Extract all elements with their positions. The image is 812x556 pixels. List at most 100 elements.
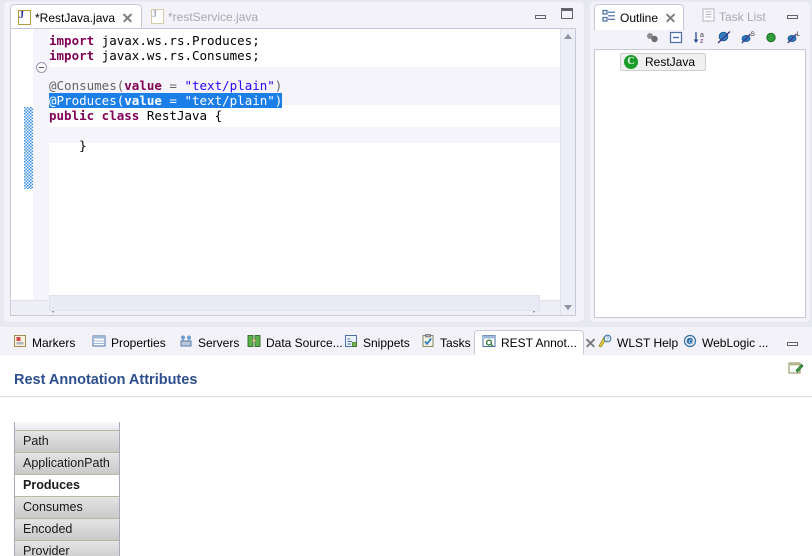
tab-label: Data Source... [266,335,343,350]
tab-label: WebLogic ... [702,335,769,350]
tab-label: WLST Help [617,335,679,350]
code-token: public class [49,108,147,123]
tab-tasks[interactable]: Tasks [414,330,478,355]
code-token: value [124,78,162,93]
svg-text:S: S [751,31,756,38]
tab-wlst-help[interactable]: ? WLST Help [590,330,685,355]
list-item-produces[interactable]: Produces [15,475,119,497]
code-editor[interactable]: import javax.ws.rs.Produces; import javax… [10,28,576,316]
list-item-provider[interactable]: Provider [15,541,119,556]
list-item-consumes[interactable]: Consumes [15,497,119,519]
close-icon[interactable] [665,12,676,23]
code-token: javax.ws.rs.Consumes; [101,48,260,63]
tab-snippets[interactable]: Snippets [337,330,417,355]
editor-horizontal-scrollbar[interactable] [11,295,560,315]
hide-nonpublic-icon[interactable] [765,31,778,47]
fold-collapse-icon[interactable] [36,62,47,73]
code-line[interactable]: public class RestJava { [49,108,559,123]
scroll-up-arrow[interactable] [564,34,572,39]
svg-text:O: O [689,339,694,345]
bottom-view-part: Markers Properties Servers Data Source..… [0,327,812,556]
tab-label: Servers [198,335,240,350]
page-title: Rest Annotation Attributes [14,372,198,388]
tab-weblogic[interactable]: O WebLogic ... [676,330,775,355]
code-line[interactable]: } [49,138,559,153]
outline-tree[interactable]: C RestJava [594,49,806,318]
close-icon[interactable] [122,12,133,23]
tab-outline[interactable]: Outline [594,4,685,30]
rest-annotation-form: Rest Annotation Attributes Path Applicat… [0,355,812,556]
bottom-tab-bar: Markers Properties Servers Data Source..… [0,329,812,356]
collapse-all-icon[interactable] [669,30,684,48]
snippets-icon [344,334,358,351]
code-token: "text/plain" [184,78,275,93]
code-token: = [161,78,185,93]
code-token: RestJava { [146,108,223,123]
hide-local-types-icon[interactable]: L [787,30,802,48]
outline-tab-bar: Outline Task List [590,2,810,30]
java-file-icon: J [18,10,31,25]
tasklist-icon [702,8,715,25]
list-item-encoded[interactable]: Encoded [15,519,119,541]
editor-tab-label: *RestJava.java [35,10,116,25]
code-token: ) [274,78,283,93]
weblogic-icon: O [683,334,697,351]
hide-fields-icon[interactable] [717,30,732,48]
code-text[interactable]: import javax.ws.rs.Produces; import javax… [49,33,559,153]
list-item-applicationpath[interactable]: ApplicationPath [15,453,119,475]
editor-tab-restservice[interactable]: J *restService.java [144,4,266,29]
tab-properties[interactable]: Properties [85,330,173,355]
code-line[interactable] [49,63,559,78]
minimize-button[interactable] [786,336,799,348]
servers-icon [179,334,193,351]
minimize-button[interactable] [786,9,799,21]
outline-part: Outline Task List a z S L C RestJava [590,2,810,322]
editor-tab-bar: J *RestJava.java J *restService.java [4,2,584,30]
tab-label: Tasks [440,335,471,350]
code-token: javax.ws.rs.Produces; [101,33,260,48]
editor-part: J *RestJava.java J *restService.java imp… [4,2,584,322]
editor-tab-restjava[interactable]: J *RestJava.java [10,4,143,30]
outline-tree-item-restjava[interactable]: C RestJava [620,53,707,71]
tab-label: REST Annot... [501,335,577,350]
horizontal-scroll-track[interactable] [49,295,540,311]
tasks-icon [421,334,435,351]
java-class-icon: C [624,55,638,69]
list-item-path[interactable]: Path [15,431,119,453]
code-token: "text/plain" [184,93,275,108]
scroll-down-arrow[interactable] [564,305,572,310]
tab-label: Markers [32,335,76,350]
outline-icon [602,9,616,26]
editor-vertical-scrollbar[interactable] [560,29,575,315]
tab-label: Properties [111,335,166,350]
tab-task-list[interactable]: Task List [695,4,773,29]
annotation-attribute-list[interactable]: Path ApplicationPath Produces Consumes E… [14,422,120,556]
maximize-button[interactable] [560,8,573,20]
focus-on-selection-icon[interactable] [645,30,660,48]
properties-icon [92,334,106,351]
code-line[interactable]: @Consumes(value = "text/plain") [49,78,559,93]
editor-tab-label: *restService.java [168,9,259,24]
tab-data-source[interactable]: Data Source... [240,330,350,355]
code-token: ) [274,93,283,108]
code-line[interactable]: import javax.ws.rs.Consumes; [49,48,559,63]
code-line[interactable]: @Produces(value = "text/plain") [49,93,283,108]
tab-label: Task List [719,9,766,24]
tab-rest-annotation[interactable]: REST Annot... [474,330,584,355]
list-top-spacer [15,422,119,431]
divider [0,396,812,397]
hide-static-icon[interactable]: S [741,30,756,48]
change-bar-indicator [24,107,33,189]
tab-label: Outline [620,10,659,25]
sort-alphabetically-icon[interactable]: a z [693,30,708,48]
code-token: value [124,93,162,108]
tab-markers[interactable]: Markers [6,330,82,355]
code-line[interactable] [49,123,559,138]
code-line[interactable]: import javax.ws.rs.Produces; [49,33,559,48]
code-token: } [49,138,87,153]
wlst-help-icon: ? [597,334,612,351]
minimize-button[interactable] [534,9,547,21]
tab-servers[interactable]: Servers [172,330,246,355]
eclipse-workbench: J *RestJava.java J *restService.java imp… [0,0,812,556]
form-menu-icon[interactable] [788,361,804,377]
